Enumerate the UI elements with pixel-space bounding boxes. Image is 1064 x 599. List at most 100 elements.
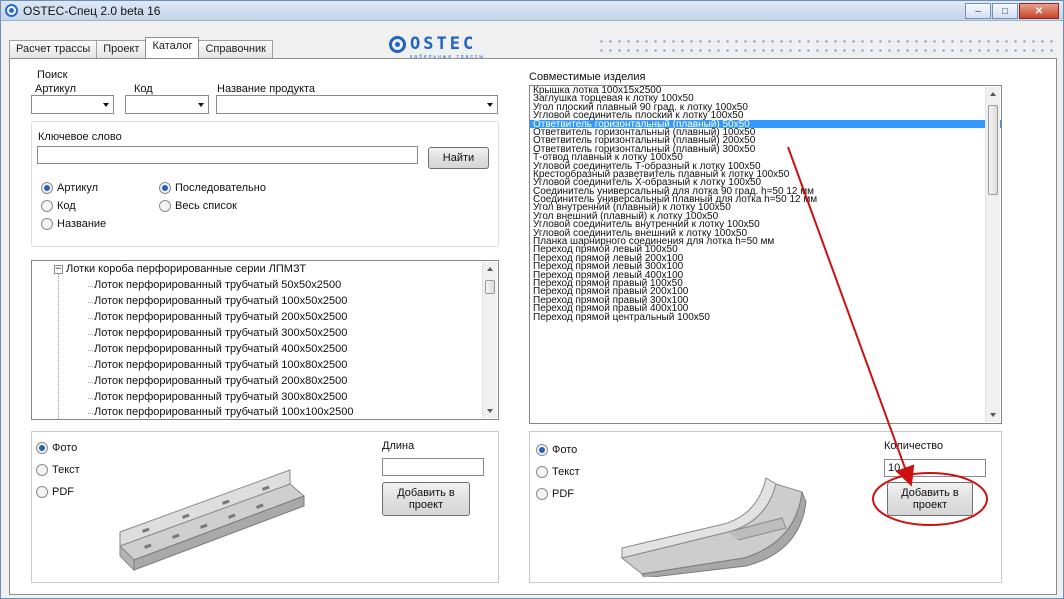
article-label: Артикул (35, 83, 77, 95)
scroll-down-icon[interactable] (990, 413, 996, 417)
scroll-up-icon[interactable] (487, 267, 493, 271)
list-item[interactable]: Переход прямой центральный 100x50 (530, 312, 1001, 322)
collapse-icon[interactable]: − (54, 264, 63, 274)
radio-icon (159, 182, 171, 194)
tree-item[interactable]: Лоток перфорированный трубчатый 100x50x2… (87, 295, 347, 307)
length-label: Длина (382, 440, 415, 452)
tree-scrollbar[interactable] (482, 262, 497, 418)
scroll-up-icon[interactable] (990, 92, 996, 96)
radio-label: Код (57, 200, 76, 212)
radio-icon (41, 200, 53, 212)
radio-whole-list[interactable]: Весь список (159, 200, 237, 212)
scroll-down-icon[interactable] (487, 409, 493, 413)
radio-photo[interactable]: Фото (36, 442, 77, 454)
compatible-products-list[interactable]: Крышка лотка 100x15x2500 Заглушка торцева… (529, 85, 1002, 424)
tab-catalog[interactable]: Каталог (145, 37, 200, 58)
ostec-logo: OSTEC кабельные трассы (389, 34, 483, 60)
quantity-label: Количество (884, 440, 944, 452)
product-name-select[interactable] (216, 95, 498, 114)
code-label: Код (134, 83, 153, 95)
tab-project[interactable]: Проект (96, 40, 147, 58)
main-tabs: Расчет трассы Проект Каталог Справочник (9, 37, 273, 58)
ostec-logo-icon (389, 35, 406, 53)
list-scrollbar[interactable] (985, 87, 1000, 422)
scroll-thumb[interactable] (485, 280, 495, 294)
radio-label: Название (57, 218, 107, 230)
radio-photo[interactable]: Фото (536, 444, 577, 456)
radio-label: Последовательно (175, 182, 266, 194)
left-preview-panel: Фото Текст PDF Длина Добавить в проект (31, 431, 499, 583)
find-button[interactable]: Найти (428, 147, 489, 169)
radio-label: Текст (552, 466, 580, 478)
tree-connector (58, 273, 59, 419)
tree-item[interactable]: Лоток перфорированный трубчатый 300x80x2… (87, 391, 347, 403)
right-preview-panel: Фото Текст PDF Количество Добавить в про… (529, 431, 1002, 583)
tree-item[interactable]: Лоток перфорированный трубчатый 200x50x2… (87, 311, 347, 323)
tree-item[interactable]: Лоток перфорированный трубчатый 100x100x… (87, 406, 353, 418)
chevron-down-icon (487, 103, 493, 107)
add-to-project-button-left[interactable]: Добавить в проект (382, 482, 470, 516)
maximize-button[interactable]: □ (992, 3, 1018, 19)
radio-icon (536, 444, 548, 456)
logo-text: OSTEC (410, 34, 477, 54)
decorative-dot-pattern (597, 39, 1057, 53)
radio-icon (159, 200, 171, 212)
compatible-title: Совместимые изделия (529, 71, 646, 83)
radio-article[interactable]: Артикул (41, 182, 98, 194)
radio-sequential[interactable]: Последовательно (159, 182, 266, 194)
code-select[interactable] (125, 95, 209, 114)
cable-tray-image (119, 469, 305, 572)
article-select[interactable] (31, 95, 114, 114)
keyword-input[interactable] (37, 146, 418, 164)
title-bar[interactable]: OSTEC-Спец 2.0 beta 16 – □ ✕ (1, 1, 1063, 21)
logo-subtitle: кабельные трассы (410, 54, 485, 60)
radio-icon (536, 466, 548, 478)
scroll-thumb[interactable] (988, 105, 998, 195)
chevron-down-icon (103, 103, 109, 107)
radio-label: PDF (552, 488, 574, 500)
radio-label: Фото (52, 442, 78, 454)
chevron-down-icon (198, 103, 204, 107)
radio-label: Артикул (57, 182, 99, 194)
close-button[interactable]: ✕ (1019, 3, 1059, 19)
radio-label: Текст (52, 464, 80, 476)
tab-reference[interactable]: Справочник (198, 40, 273, 58)
radio-label: Фото (552, 444, 578, 456)
radio-label: Весь список (175, 200, 237, 212)
radio-icon (36, 442, 48, 454)
add-to-project-button-right[interactable]: Добавить в проект (887, 482, 973, 516)
radio-icon (41, 182, 53, 194)
radio-icon (36, 486, 48, 498)
tree-item[interactable]: Лоток перфорированный трубчатый 300x50x2… (87, 327, 347, 339)
tree-root-label: Лотки короба перфорированные серии ЛПМЗТ (66, 263, 307, 275)
quantity-input[interactable] (884, 459, 986, 477)
tree-item[interactable]: Лоток перфорированный трубчатый 50x50x25… (87, 279, 341, 291)
product-name-label: Название продукта (217, 83, 316, 95)
window-controls: – □ ✕ (964, 3, 1059, 19)
compatible-rows: Крышка лотка 100x15x2500 Заглушка торцева… (530, 86, 1001, 322)
radio-name[interactable]: Название (41, 218, 106, 230)
tree-root-node[interactable]: − Лотки короба перфорированные серии ЛПМ… (54, 263, 306, 275)
catalog-tree[interactable]: − Лотки короба перфорированные серии ЛПМ… (31, 260, 499, 420)
radio-text[interactable]: Текст (36, 464, 80, 476)
radio-pdf[interactable]: PDF (36, 486, 74, 498)
radio-text[interactable]: Текст (536, 466, 580, 478)
radio-code[interactable]: Код (41, 200, 76, 212)
radio-icon (41, 218, 53, 230)
radio-icon (536, 488, 548, 500)
minimize-button[interactable]: – (965, 3, 991, 19)
window-title: OSTEC-Спец 2.0 beta 16 (23, 4, 161, 18)
length-input[interactable] (382, 458, 484, 476)
tree-item[interactable]: Лоток перфорированный трубчатый 200x80x2… (87, 375, 347, 387)
tree-item[interactable]: Лоток перфорированный трубчатый 100x80x2… (87, 359, 347, 371)
tab-route-calculation[interactable]: Расчет трассы (9, 40, 98, 58)
app-logo-icon (5, 4, 18, 17)
search-title: Поиск (37, 69, 68, 81)
radio-label: PDF (52, 486, 74, 498)
app-window: OSTEC-Спец 2.0 beta 16 – □ ✕ Расчет трас… (0, 0, 1064, 599)
radio-icon (36, 464, 48, 476)
tree-item[interactable]: Лоток перфорированный трубчатый 400x50x2… (87, 343, 347, 355)
keyword-label: Ключевое слово (38, 131, 122, 143)
radio-pdf[interactable]: PDF (536, 488, 574, 500)
tee-branch-image (620, 477, 807, 577)
